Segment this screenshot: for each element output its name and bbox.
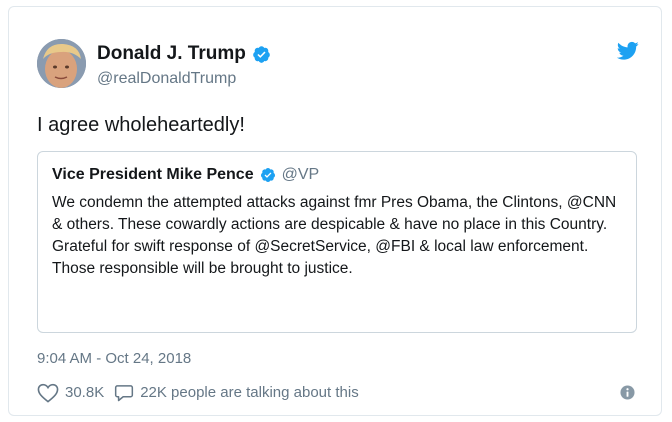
verified-badge-icon	[260, 168, 275, 182]
quoted-tweet[interactable]: Vice President Mike Pence @VP We condemn…	[37, 151, 637, 333]
tweet-actions: 30.8K 22K people are talking about this	[37, 383, 369, 403]
like-button[interactable]: 30.8K	[37, 383, 104, 403]
author-handle[interactable]: @realDonaldTrump	[97, 69, 271, 89]
author-block: Donald J. Trump @realDonaldTrump	[97, 43, 271, 89]
avatar-image	[37, 39, 86, 88]
twitter-bird-icon[interactable]	[617, 41, 639, 61]
speech-bubble-icon	[115, 385, 134, 402]
tweet-card: Donald J. Trump @realDonaldTrump I agree…	[8, 6, 662, 416]
quoted-author-name: Vice President Mike Pence	[52, 166, 254, 183]
like-count: 30.8K	[65, 384, 105, 401]
quoted-tweet-header: Vice President Mike Pence @VP	[52, 165, 622, 185]
tweet-timestamp[interactable]: 9:04 AM - Oct 24, 2018	[37, 349, 191, 369]
quoted-author-handle: @VP	[281, 166, 320, 183]
tweet-text: I agree wholeheartedly!	[37, 114, 245, 136]
conversation-link[interactable]: 22K people are talking about this	[114, 383, 359, 403]
heart-icon	[37, 383, 59, 403]
author-name-row[interactable]: Donald J. Trump	[97, 43, 271, 65]
conversation-text: 22K people are talking about this	[140, 384, 359, 401]
author-display-name[interactable]: Donald J. Trump	[97, 43, 246, 65]
quoted-tweet-text: We condemn the attempted attacks against…	[52, 194, 617, 277]
avatar[interactable]	[37, 39, 86, 88]
info-icon[interactable]	[620, 385, 635, 400]
verified-badge-icon	[253, 45, 270, 63]
